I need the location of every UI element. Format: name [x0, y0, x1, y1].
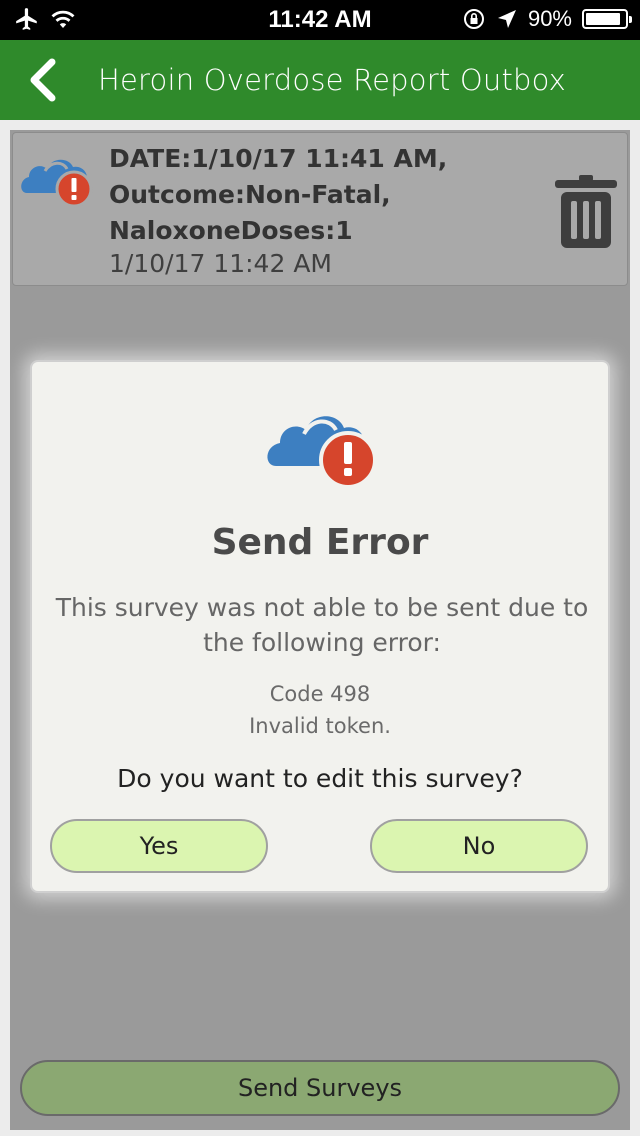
item-summary: DATE:1/10/17 11:41 AM, Outcome:Non-Fatal…: [109, 144, 448, 245]
item-timestamp: 1/10/17 11:42 AM: [109, 249, 332, 278]
rotation-lock-icon: [463, 9, 484, 29]
battery-icon: [582, 9, 632, 29]
send-error-dialog: Send Error This survey was not able to b…: [30, 360, 610, 893]
trash-icon: [555, 175, 617, 248]
chevron-left-icon: [30, 58, 56, 102]
status-right-icons: 90%: [462, 6, 632, 32]
yes-button[interactable]: Yes: [50, 819, 268, 873]
location-arrow-icon: [497, 10, 516, 28]
no-button[interactable]: No: [370, 819, 588, 873]
error-code: Code 498: [269, 682, 371, 706]
delete-button[interactable]: [555, 175, 617, 249]
send-surveys-button[interactable]: Send Surveys: [20, 1060, 620, 1116]
dialog-question: Do you want to edit this survey?: [117, 764, 523, 793]
dialog-message: This survey was not able to be sent due …: [55, 593, 589, 657]
app-header: Heroin Overdose Report Outbox: [0, 40, 640, 120]
page-title: Heroin Overdose Report Outbox: [98, 63, 567, 97]
list-item[interactable]: DATE:1/10/17 11:41 AM, Outcome:Non-Fatal…: [12, 132, 628, 286]
dialog-title: Send Error: [211, 522, 429, 563]
cloud-error-icon: [267, 416, 377, 489]
error-detail: Invalid token.: [249, 714, 391, 738]
status-bar: 11:42 AM 90%: [0, 0, 640, 40]
battery-percent: 90%: [527, 6, 572, 31]
back-button[interactable]: [18, 54, 68, 106]
cloud-error-icon: [21, 159, 93, 208]
